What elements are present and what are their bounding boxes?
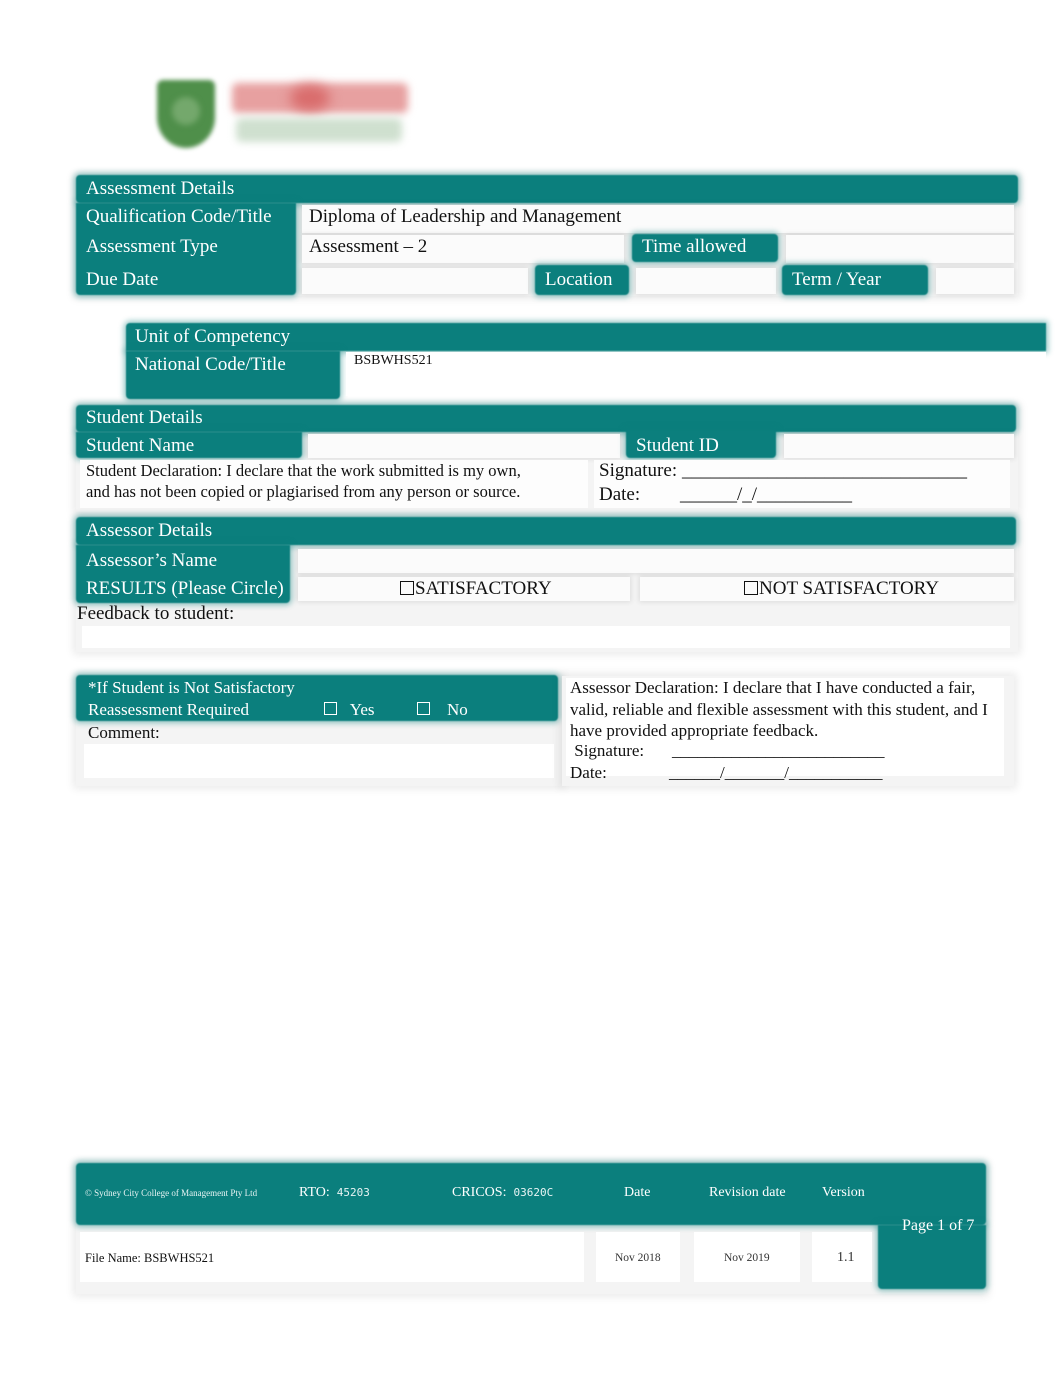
assessor-date-line[interactable]: ______/_______/___________ — [669, 763, 882, 783]
assessor-signature-line[interactable]: _________________________ — [672, 741, 885, 761]
assessor-declaration-line2: valid, reliable and flexible assessment … — [570, 700, 988, 719]
footer-page-number: Page 1 of 7 — [902, 1217, 975, 1234]
logo-wordmark-accent — [290, 85, 330, 111]
location-field[interactable] — [636, 268, 776, 294]
due-date-label: Due Date — [86, 269, 159, 290]
student-date-label: Date: — [599, 484, 641, 505]
footer-version-value: 1.1 — [837, 1250, 855, 1265]
rto-value: 45203 — [336, 1186, 370, 1199]
qualification-value: Diploma of Leadership and Management — [309, 206, 622, 227]
footer-revision-value: Nov 2019 — [724, 1252, 770, 1264]
location-label: Location — [545, 269, 613, 290]
assessment-details-heading: Assessment Details — [86, 178, 235, 199]
student-signature-label: Signature: — [599, 460, 678, 481]
not-satisfactory-checkbox[interactable] — [744, 581, 758, 595]
national-code-label: National Code/Title — [135, 354, 286, 375]
term-year-field[interactable] — [936, 268, 1014, 294]
no-checkbox[interactable] — [417, 702, 430, 715]
assessor-name-label: Assessor’s Name — [86, 550, 218, 571]
rto-label: RTO: — [299, 1185, 330, 1200]
yes-checkbox[interactable] — [324, 702, 337, 715]
time-allowed-label: Time allowed — [642, 236, 747, 257]
assessor-name-field[interactable] — [298, 549, 1014, 573]
crest-emblem — [172, 97, 200, 125]
reassessment-no-option[interactable]: No — [417, 700, 468, 720]
assessor-details-heading: Assessor Details — [86, 520, 213, 541]
assessor-declaration-line3: have provided appropriate feedback. — [570, 721, 819, 740]
comment-label: Comment: — [88, 723, 160, 742]
student-name-field[interactable] — [308, 434, 620, 458]
footer-date-header: Date — [624, 1185, 651, 1200]
student-details-heading: Student Details — [86, 407, 203, 428]
footer-date-value: Nov 2018 — [615, 1252, 661, 1264]
footer-cricos: CRICOS: 03620C — [452, 1185, 553, 1201]
footer-file-name: File Name: BSBWHS521 — [85, 1251, 215, 1265]
feedback-label: Feedback to student: — [77, 603, 235, 624]
assessment-type-value: Assessment – 2 — [309, 236, 428, 257]
not-satisfactory-option[interactable]: NOT SATISFACTORY — [744, 578, 939, 600]
assessor-declaration-line1: Assessor Declaration: I declare that I h… — [570, 678, 976, 697]
satisfactory-checkbox[interactable] — [400, 581, 414, 595]
logo-wordmark-bottom — [236, 118, 402, 142]
assessor-details-header-bar — [76, 517, 1016, 545]
footer-copyright: © Sydney City College of Management Pty … — [85, 1188, 258, 1198]
footer-version-header: Version — [822, 1185, 865, 1200]
reassessment-yes-option[interactable]: Yes — [324, 700, 375, 720]
cricos-value: 03620C — [513, 1186, 554, 1199]
student-signature-line[interactable]: ______________________________ — [682, 460, 967, 482]
not-satisfactory-label: NOT SATISFACTORY — [759, 578, 940, 599]
student-declaration-line2: and has not been copied or plagiarised f… — [86, 482, 521, 501]
student-date-line[interactable]: ______/_/__________ — [680, 484, 852, 506]
time-allowed-field[interactable] — [786, 235, 1014, 263]
reassessment-line2: Reassessment Required — [88, 700, 249, 719]
student-id-label: Student ID — [636, 435, 719, 456]
cricos-label: CRICOS: — [452, 1185, 507, 1200]
due-date-field[interactable] — [302, 268, 528, 294]
assessor-date-label: Date: — [570, 763, 607, 782]
student-id-field[interactable] — [784, 434, 1014, 458]
student-declaration-line1: Student Declaration: I declare that the … — [86, 461, 521, 480]
no-label: No — [447, 700, 468, 719]
comment-field[interactable] — [84, 744, 554, 778]
national-code-field[interactable] — [346, 352, 1046, 396]
national-code-value: BSBWHS521 — [354, 353, 433, 368]
assessment-type-label: Assessment Type — [86, 236, 218, 257]
qualification-label: Qualification Code/Title — [86, 206, 272, 227]
assessor-signature-label: Signature: — [570, 741, 645, 760]
yes-label: Yes — [349, 700, 375, 719]
student-name-label: Student Name — [86, 435, 195, 456]
footer-rto: RTO: 45203 — [299, 1185, 370, 1201]
satisfactory-label: SATISFACTORY — [415, 578, 552, 599]
footer-revision-header: Revision date — [709, 1185, 786, 1200]
satisfactory-option[interactable]: SATISFACTORY — [400, 578, 552, 600]
reassessment-line1: *If Student is Not Satisfactory — [88, 678, 295, 697]
feedback-field[interactable] — [82, 626, 1010, 648]
student-details-header-bar — [76, 405, 1016, 432]
unit-heading: Unit of Competency — [135, 326, 291, 347]
term-year-label: Term / Year — [792, 269, 881, 290]
results-label: RESULTS (Please Circle) — [86, 578, 284, 599]
